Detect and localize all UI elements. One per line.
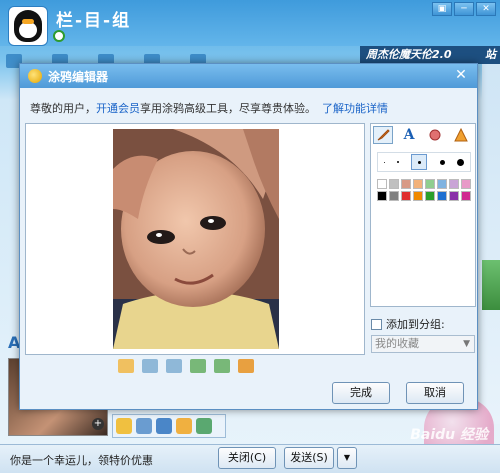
- notice-suffix: 享用涂鸦高级工具，尽享尊贵体验。: [140, 102, 316, 115]
- baby-photo: [113, 129, 279, 349]
- text-tool-icon: A: [403, 127, 415, 143]
- undo-icon[interactable]: [190, 359, 206, 373]
- brush-tab[interactable]: [373, 126, 393, 144]
- shape-tab[interactable]: [451, 126, 471, 144]
- checkbox-box[interactable]: [371, 318, 382, 330]
- color-swatch[interactable]: [437, 191, 447, 201]
- group-select[interactable]: 我的收藏 ▼: [371, 335, 475, 353]
- penguin-icon: [14, 10, 42, 42]
- color-swatch[interactable]: [389, 191, 399, 201]
- color-swatch[interactable]: [449, 179, 459, 189]
- color-swatch[interactable]: [461, 191, 471, 201]
- chevron-down-icon: ▼: [463, 339, 470, 349]
- color-swatch[interactable]: [425, 191, 435, 201]
- drawing-canvas[interactable]: [25, 123, 365, 355]
- color-swatch[interactable]: [377, 191, 387, 201]
- color-swatch[interactable]: [389, 179, 399, 189]
- color-swatch[interactable]: [425, 179, 435, 189]
- stamp-icon: [429, 129, 441, 141]
- input-toolbar: [112, 414, 226, 438]
- tools-panel: A: [370, 123, 476, 307]
- brush-icon: [377, 129, 390, 141]
- color-swatch[interactable]: [449, 191, 459, 201]
- side-panel: [482, 64, 500, 424]
- doodle-icon[interactable]: [176, 418, 192, 434]
- color-swatch[interactable]: [413, 179, 423, 189]
- cancel-button[interactable]: 取消: [406, 382, 464, 404]
- text-tab[interactable]: A: [399, 126, 419, 144]
- zoom-in-icon[interactable]: [142, 359, 158, 373]
- open-folder-icon[interactable]: [118, 359, 134, 373]
- feature-details-link[interactable]: 了解功能详情: [322, 102, 388, 115]
- screenshot-icon[interactable]: [156, 418, 172, 434]
- stamp-tab[interactable]: [425, 126, 445, 144]
- color-swatch[interactable]: [401, 179, 411, 189]
- dialog-title: 涂鸦编辑器: [48, 70, 109, 84]
- contact-avatar[interactable]: [8, 6, 48, 46]
- zoom-out-icon[interactable]: [166, 359, 182, 373]
- contact-name: 栏-目-组: [56, 11, 132, 31]
- online-status-icon: [53, 30, 65, 42]
- brush-size-3-selected[interactable]: [411, 154, 428, 170]
- member-notice: 尊敬的用户，开通会员享用涂鸦高级工具，尽享尊贵体验。 了解功能详情: [30, 100, 388, 116]
- color-swatch[interactable]: [461, 179, 471, 189]
- send-options-dropdown[interactable]: ▼: [337, 447, 357, 469]
- image-icon[interactable]: [196, 418, 212, 434]
- color-swatch[interactable]: [437, 179, 447, 189]
- minimize-button[interactable]: ─: [454, 2, 474, 16]
- brush-size-selector: [377, 152, 471, 172]
- brush-size-2[interactable]: [397, 161, 400, 163]
- save-icon[interactable]: [136, 418, 152, 434]
- doodle-editor-dialog: 涂鸦编辑器 ✕ 尊敬的用户，开通会员享用涂鸦高级工具，尽享尊贵体验。 了解功能详情: [19, 63, 478, 410]
- redo-icon[interactable]: [214, 359, 230, 373]
- brush-size-1[interactable]: [384, 161, 386, 163]
- baby-photo-image: [113, 129, 279, 349]
- ad-banner-text: 周杰伦魔天伦2.0: [366, 48, 452, 61]
- notice-prefix: 尊敬的用户，: [30, 102, 96, 115]
- close-icon[interactable]: ✕: [453, 67, 469, 83]
- open-membership-link[interactable]: 开通会员: [96, 102, 140, 115]
- add-to-group-label: 添加到分组:: [386, 318, 445, 331]
- brush-size-4[interactable]: [439, 159, 445, 165]
- color-swatch[interactable]: [413, 191, 423, 201]
- window-controls: ▣ ─ ✕: [432, 2, 496, 16]
- group-select-value: 我的收藏: [375, 337, 419, 350]
- dialog-titlebar: 涂鸦编辑器 ✕: [20, 64, 477, 88]
- close-window-button[interactable]: ✕: [476, 2, 496, 16]
- pointer-icon[interactable]: [238, 359, 254, 373]
- add-image-icon[interactable]: +: [92, 418, 104, 430]
- add-to-group-checkbox[interactable]: 添加到分组:: [371, 316, 445, 332]
- finish-button[interactable]: 完成: [332, 382, 390, 404]
- close-chat-button[interactable]: 关闭(C): [218, 447, 276, 469]
- ad-banner[interactable]: 周杰伦魔天伦2.0 站: [360, 46, 500, 64]
- restore-button[interactable]: ▣: [432, 2, 452, 16]
- side-decoration: [482, 260, 500, 310]
- send-button[interactable]: 发送(S): [284, 447, 334, 469]
- color-swatch[interactable]: [377, 179, 387, 189]
- tool-tabs: A: [373, 126, 471, 144]
- color-swatch[interactable]: [401, 191, 411, 201]
- watermark: Baidu 经验: [410, 427, 488, 443]
- shape-icon: [454, 128, 468, 142]
- footer-promo-text[interactable]: 你是一个幸运儿，领特价优惠: [10, 452, 153, 468]
- brush-size-5[interactable]: [456, 158, 464, 166]
- ad-banner-extra: 站: [485, 48, 496, 61]
- doodle-icon: [28, 69, 42, 83]
- canvas-toolbar: [118, 359, 254, 373]
- emoji-icon[interactable]: [116, 418, 132, 434]
- color-palette: [377, 179, 471, 201]
